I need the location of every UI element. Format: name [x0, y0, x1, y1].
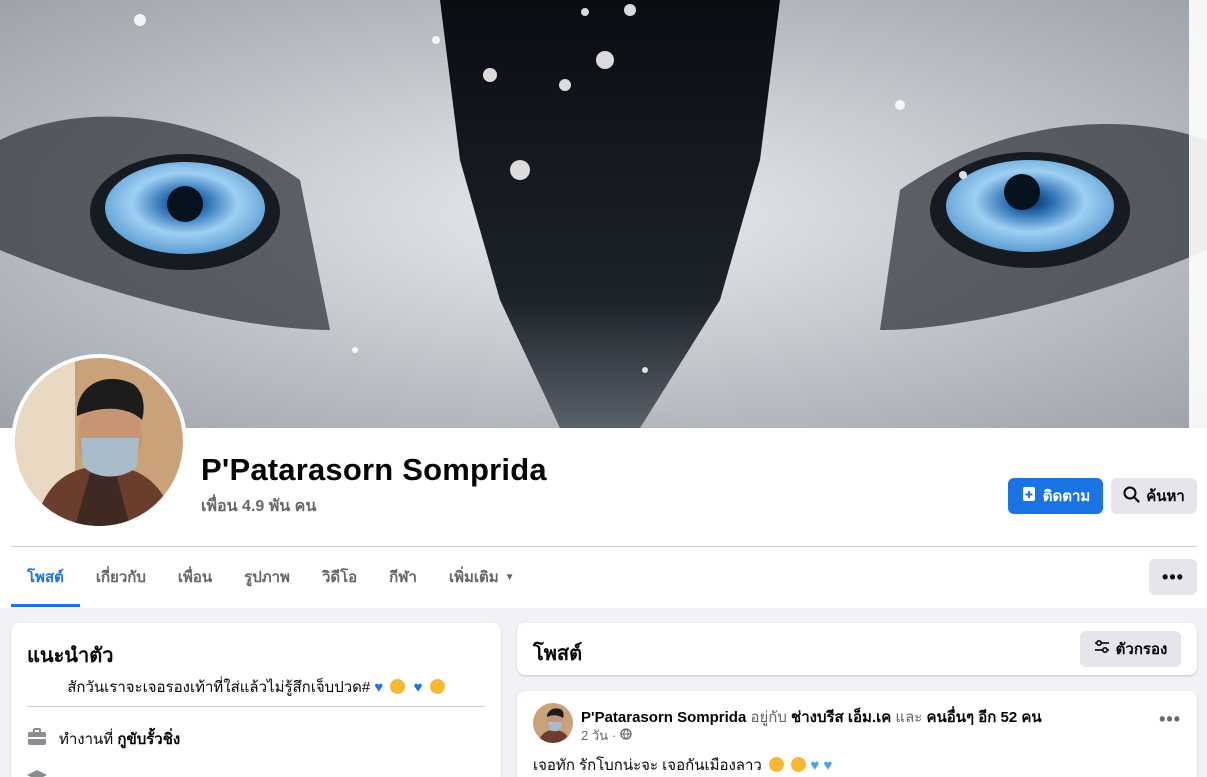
intro-work: ทำงานที่ กูขับรั้วชิ่ง: [27, 727, 180, 751]
search-button[interactable]: ค้นหา: [1111, 478, 1197, 514]
add-friend-icon: [1021, 486, 1037, 506]
filter-icon: [1094, 639, 1110, 659]
follow-button-label: ติดตาม: [1042, 488, 1091, 505]
posts-title: โพสต์: [533, 643, 583, 665]
post-meta: 2 วัน ·: [581, 725, 633, 746]
pleading-face-icon: [390, 679, 406, 694]
graduation-cap-icon: [27, 769, 47, 777]
profile-name: P'Patarasorn Somprida: [201, 452, 547, 487]
posts-header: โพสต์ ตัวกรอง: [517, 623, 1197, 675]
post-options-button[interactable]: •••: [1159, 709, 1181, 730]
follow-button[interactable]: ติดตาม: [1008, 478, 1103, 514]
tab-more-label: เพิ่มเติม: [448, 569, 499, 586]
post-body: เจอทัก รักโบกน่ะจะ เจอกันเมืองลาว ♥ ♥: [533, 753, 832, 777]
search-icon: [1123, 486, 1140, 507]
profile-avatar[interactable]: [11, 354, 187, 530]
caret-down-icon: ▼: [504, 571, 515, 583]
post-header-text: P'Patarasorn Somprida อยู่กับ ช่างบรีส เ…: [581, 705, 1042, 729]
post-author-name[interactable]: P'Patarasorn Somprida: [581, 709, 746, 726]
post-card: P'Patarasorn Somprida อยู่กับ ช่างบรีส เ…: [517, 691, 1197, 777]
blue-heart-icon: ♥: [823, 757, 833, 774]
tab-posts[interactable]: โพสต์: [11, 547, 80, 607]
avatar-photo: [15, 358, 183, 526]
profile-tabs: โพสต์ เกี่ยวกับ เพื่อน รูปภาพ วิดีโอ กีฬ…: [11, 547, 531, 607]
blue-heart-icon: ♥: [413, 679, 423, 696]
cover-photo-image: [0, 0, 1207, 428]
winking-tongue-face-icon: [791, 757, 807, 772]
ellipsis-icon: •••: [1159, 709, 1181, 729]
blue-heart-icon: ♥: [374, 679, 384, 696]
post-author-avatar[interactable]: [533, 703, 573, 743]
tab-about[interactable]: เกี่ยวกับ: [80, 547, 162, 607]
intro-bio: สักวันเราจะเจอรองเท้าที่ใส่แล้วไม่รู้สึก…: [11, 675, 501, 699]
intro-card: แนะนำตัว สักวันเราจะเจอรองเท้าที่ใส่แล้ว…: [11, 623, 501, 777]
filter-button[interactable]: ตัวกรอง: [1080, 631, 1181, 667]
globe-icon: [620, 728, 633, 743]
cover-photo[interactable]: [0, 0, 1207, 428]
tab-sports[interactable]: กีฬา: [373, 547, 433, 607]
blue-heart-icon: ♥: [810, 757, 820, 774]
laughing-face-icon: [769, 757, 785, 772]
tab-videos[interactable]: วิดีโอ: [306, 547, 373, 607]
intro-bio-text: สักวันเราจะเจอรองเท้าที่ใส่แล้วไม่รู้สึก…: [67, 679, 371, 696]
post-body-text: เจอทัก รักโบกน่ะจะ เจอกันเมืองลาว: [533, 757, 762, 774]
ellipsis-icon: •••: [1162, 566, 1184, 587]
post-tagged-person[interactable]: ช่างบรีส เอ็ม.เค: [791, 709, 891, 726]
post-and-text: และ: [895, 709, 923, 726]
profile-more-button[interactable]: •••: [1149, 559, 1197, 595]
tab-friends[interactable]: เพื่อน: [162, 547, 228, 607]
tab-more[interactable]: เพิ่มเติม ▼: [433, 547, 531, 607]
intro-work-prefix: ทำงานที่: [59, 731, 114, 748]
briefcase-icon: [27, 728, 47, 750]
filter-button-label: ตัวกรอง: [1115, 641, 1168, 658]
intro-title: แนะนำตัว: [27, 645, 114, 667]
post-with-text: อยู่กับ: [750, 709, 787, 726]
intro-work-place[interactable]: กูขับรั้วชิ่ง: [117, 731, 180, 748]
search-button-label: ค้นหา: [1146, 488, 1185, 505]
pleading-face-icon: [429, 679, 445, 694]
intro-education: [27, 769, 47, 777]
post-timestamp[interactable]: 2 วัน: [581, 725, 608, 746]
tab-photos[interactable]: รูปภาพ: [228, 547, 306, 607]
intro-divider: [27, 706, 485, 707]
post-others-link[interactable]: คนอื่นๆ อีก 52 คน: [927, 709, 1042, 726]
friend-count[interactable]: เพื่อน 4.9 พัน คน: [201, 494, 316, 519]
